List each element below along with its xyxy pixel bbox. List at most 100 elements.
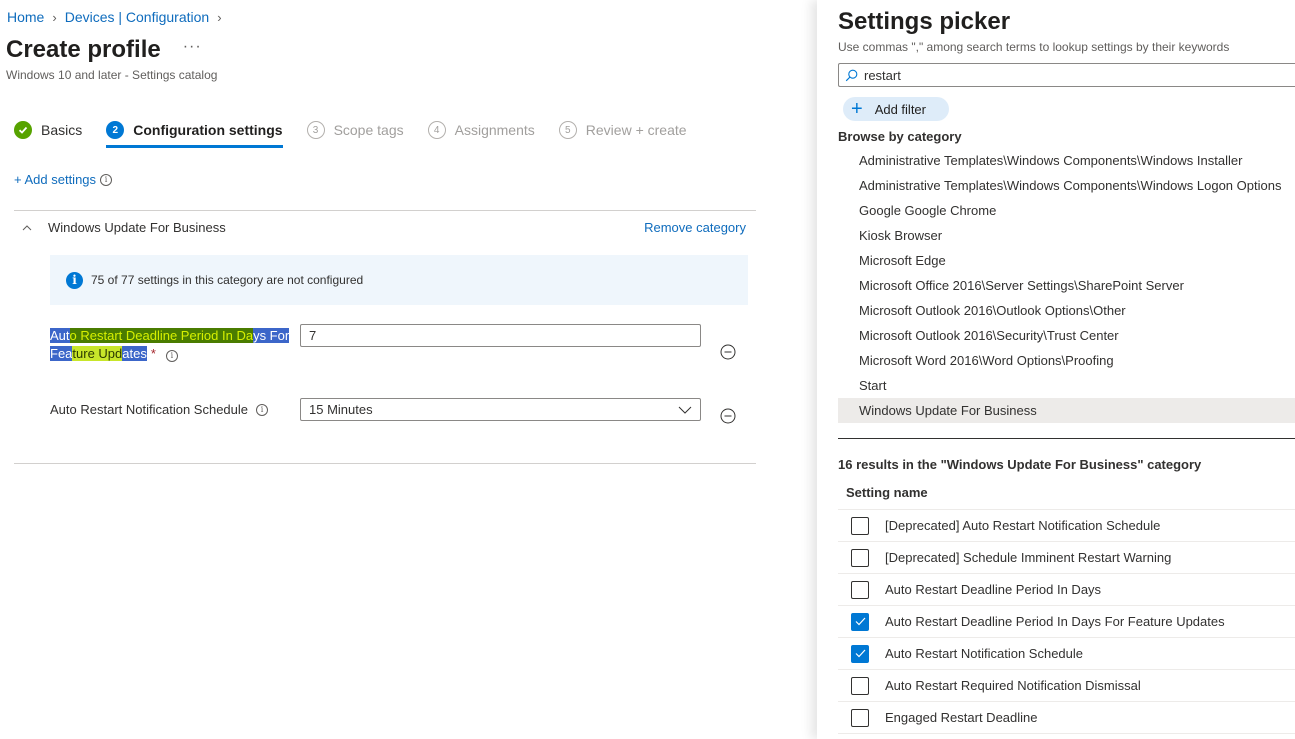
breadcrumb-home[interactable]: Home xyxy=(7,9,44,25)
wizard-step-configuration-settings[interactable]: 2 Configuration settings xyxy=(106,118,283,148)
label-fragment: o xyxy=(69,328,81,343)
search-icon xyxy=(845,69,858,81)
wizard-step-review-create[interactable]: 5 Review + create xyxy=(558,118,687,142)
category-item[interactable]: Microsoft Outlook 2016\Security\Trust Ce… xyxy=(838,323,1295,348)
info-icon[interactable]: i xyxy=(256,403,268,416)
required-asterisk: * xyxy=(150,346,156,361)
wizard-step-label: Basics xyxy=(41,122,83,138)
info-icon: i xyxy=(66,271,83,289)
category-item[interactable]: Microsoft Office 2016\Server Settings\Sh… xyxy=(838,273,1295,298)
category-item[interactable]: Microsoft Word 2016\Word Options\Proofin… xyxy=(838,348,1295,373)
result-row[interactable]: [Deprecated] Auto Restart Notification S… xyxy=(838,510,1295,542)
page-subtitle: Windows 10 and later - Settings catalog xyxy=(6,68,218,82)
info-icon[interactable]: i xyxy=(100,173,113,186)
step-number-icon: 5 xyxy=(558,121,577,139)
label-fragment: ys For xyxy=(253,328,290,343)
add-settings-label: + Add settings xyxy=(14,172,97,187)
checkbox[interactable] xyxy=(851,516,869,535)
label-fragment: Restart Deadline Period In Da xyxy=(80,328,254,343)
result-row[interactable]: Auto Restart Required Notification Dismi… xyxy=(838,670,1295,702)
checkbox[interactable] xyxy=(851,708,869,727)
remove-setting-icon[interactable] xyxy=(720,408,736,424)
wizard-step-label: Assignments xyxy=(454,122,535,138)
panel-subtitle: Use commas "," among search terms to loo… xyxy=(838,40,1230,54)
category-list: Administrative Templates\Windows Compone… xyxy=(838,148,1295,423)
checkbox[interactable] xyxy=(851,548,869,567)
add-filter-button[interactable]: + Add filter xyxy=(843,97,949,121)
divider xyxy=(14,210,756,211)
result-row[interactable]: Auto Restart Deadline Period In Days xyxy=(838,574,1295,606)
plus-icon: + xyxy=(851,98,863,120)
results-list: [Deprecated] Auto Restart Notification S… xyxy=(838,509,1295,734)
add-filter-label: Add filter xyxy=(874,101,926,117)
search-input[interactable] xyxy=(864,67,1264,83)
breadcrumb: Home › Devices | Configuration › xyxy=(7,9,230,25)
breadcrumb-devices-configuration[interactable]: Devices | Configuration xyxy=(65,9,209,25)
category-name: Windows Update For Business xyxy=(48,220,226,235)
label-fragment: ates xyxy=(122,346,147,361)
settings-picker-panel: Settings picker Use commas "," among sea… xyxy=(817,0,1295,739)
panel-title: Settings picker xyxy=(838,8,1011,35)
info-banner-text: 75 of 77 settings in this category are n… xyxy=(91,273,364,287)
result-row[interactable]: Auto Restart Notification Schedule xyxy=(838,638,1295,670)
result-row[interactable]: Engaged Restart Deadline xyxy=(838,702,1295,734)
column-header-setting-name[interactable]: Setting name xyxy=(846,485,928,500)
category-item[interactable]: Kiosk Browser xyxy=(838,223,1295,248)
category-item[interactable]: Microsoft Outlook 2016\Outlook Options\O… xyxy=(838,298,1295,323)
checkmark-icon xyxy=(855,649,865,658)
result-row[interactable]: [Deprecated] Schedule Imminent Restart W… xyxy=(838,542,1295,574)
chevron-right-icon: › xyxy=(217,9,222,25)
results-heading: 16 results in the "Windows Update For Bu… xyxy=(838,457,1202,472)
info-icon[interactable]: i xyxy=(165,350,178,362)
divider xyxy=(838,438,1295,439)
wizard-step-basics[interactable]: Basics xyxy=(14,118,82,142)
browse-by-category-heading: Browse by category xyxy=(838,129,962,144)
add-settings-link[interactable]: + Add settings i xyxy=(14,172,113,187)
page-title-text: Create profile xyxy=(6,36,161,63)
remove-category-link[interactable]: Remove category xyxy=(644,220,746,235)
step-number-icon: 3 xyxy=(306,121,325,139)
wizard-step-assignments[interactable]: 4 Assignments xyxy=(427,118,535,142)
checkbox[interactable] xyxy=(851,644,869,663)
category-item[interactable]: Start xyxy=(838,373,1295,398)
setting-label-deadline-feature-updates: Auto Restart Deadline Period In Days For… xyxy=(50,327,290,363)
label-fragment: Aut xyxy=(50,328,70,343)
page-title: Create profile ··· xyxy=(6,36,202,64)
checkbox[interactable] xyxy=(851,580,869,599)
main-content: Home › Devices | Configuration › Create … xyxy=(0,0,815,739)
chevron-down-icon xyxy=(678,406,692,414)
step-number-icon: 4 xyxy=(427,121,446,139)
result-row[interactable]: Auto Restart Deadline Period In Days For… xyxy=(838,606,1295,638)
category-header: Windows Update For Business Remove categ… xyxy=(22,220,746,235)
result-name: [Deprecated] Schedule Imminent Restart W… xyxy=(885,550,1172,565)
notification-schedule-dropdown[interactable]: 15 Minutes xyxy=(300,398,701,421)
checkmark-icon xyxy=(855,617,865,626)
category-item-selected[interactable]: Windows Update For Business xyxy=(838,398,1295,423)
setting-label-text: Auto Restart Notification Schedule xyxy=(50,402,248,417)
category-item[interactable]: Google Google Chrome xyxy=(838,198,1295,223)
category-item[interactable]: Microsoft Edge xyxy=(838,248,1295,273)
result-name: Auto Restart Notification Schedule xyxy=(885,646,1083,661)
setting-label-notification-schedule: Auto Restart Notification Schedule i xyxy=(50,402,268,417)
result-name: Auto Restart Deadline Period In Days xyxy=(885,582,1102,597)
remove-setting-icon[interactable] xyxy=(720,344,736,360)
checkbox[interactable] xyxy=(851,612,869,631)
wizard-step-label: Configuration settings xyxy=(133,122,283,138)
dropdown-value: 15 Minutes xyxy=(309,402,373,417)
checkbox[interactable] xyxy=(851,676,869,695)
chevron-right-icon: › xyxy=(52,9,57,25)
search-box[interactable] xyxy=(838,63,1295,87)
wizard-step-scope-tags[interactable]: 3 Scope tags xyxy=(306,118,404,142)
more-options-button[interactable]: ··· xyxy=(183,38,202,56)
result-name: [Deprecated] Auto Restart Notification S… xyxy=(885,518,1161,533)
category-item[interactable]: Administrative Templates\Windows Compone… xyxy=(838,148,1295,173)
result-name: Engaged Restart Deadline xyxy=(885,710,1038,725)
category-item[interactable]: Administrative Templates\Windows Compone… xyxy=(838,173,1295,198)
deadline-days-input[interactable] xyxy=(300,324,701,347)
chevron-up-icon[interactable] xyxy=(22,223,32,233)
divider xyxy=(14,463,756,464)
wizard-steps: Basics 2 Configuration settings 3 Scope … xyxy=(14,118,711,148)
checkmark-circle-icon xyxy=(14,121,32,139)
label-fragment: ture Upd xyxy=(72,346,123,361)
label-fragment: Fea xyxy=(50,346,73,361)
